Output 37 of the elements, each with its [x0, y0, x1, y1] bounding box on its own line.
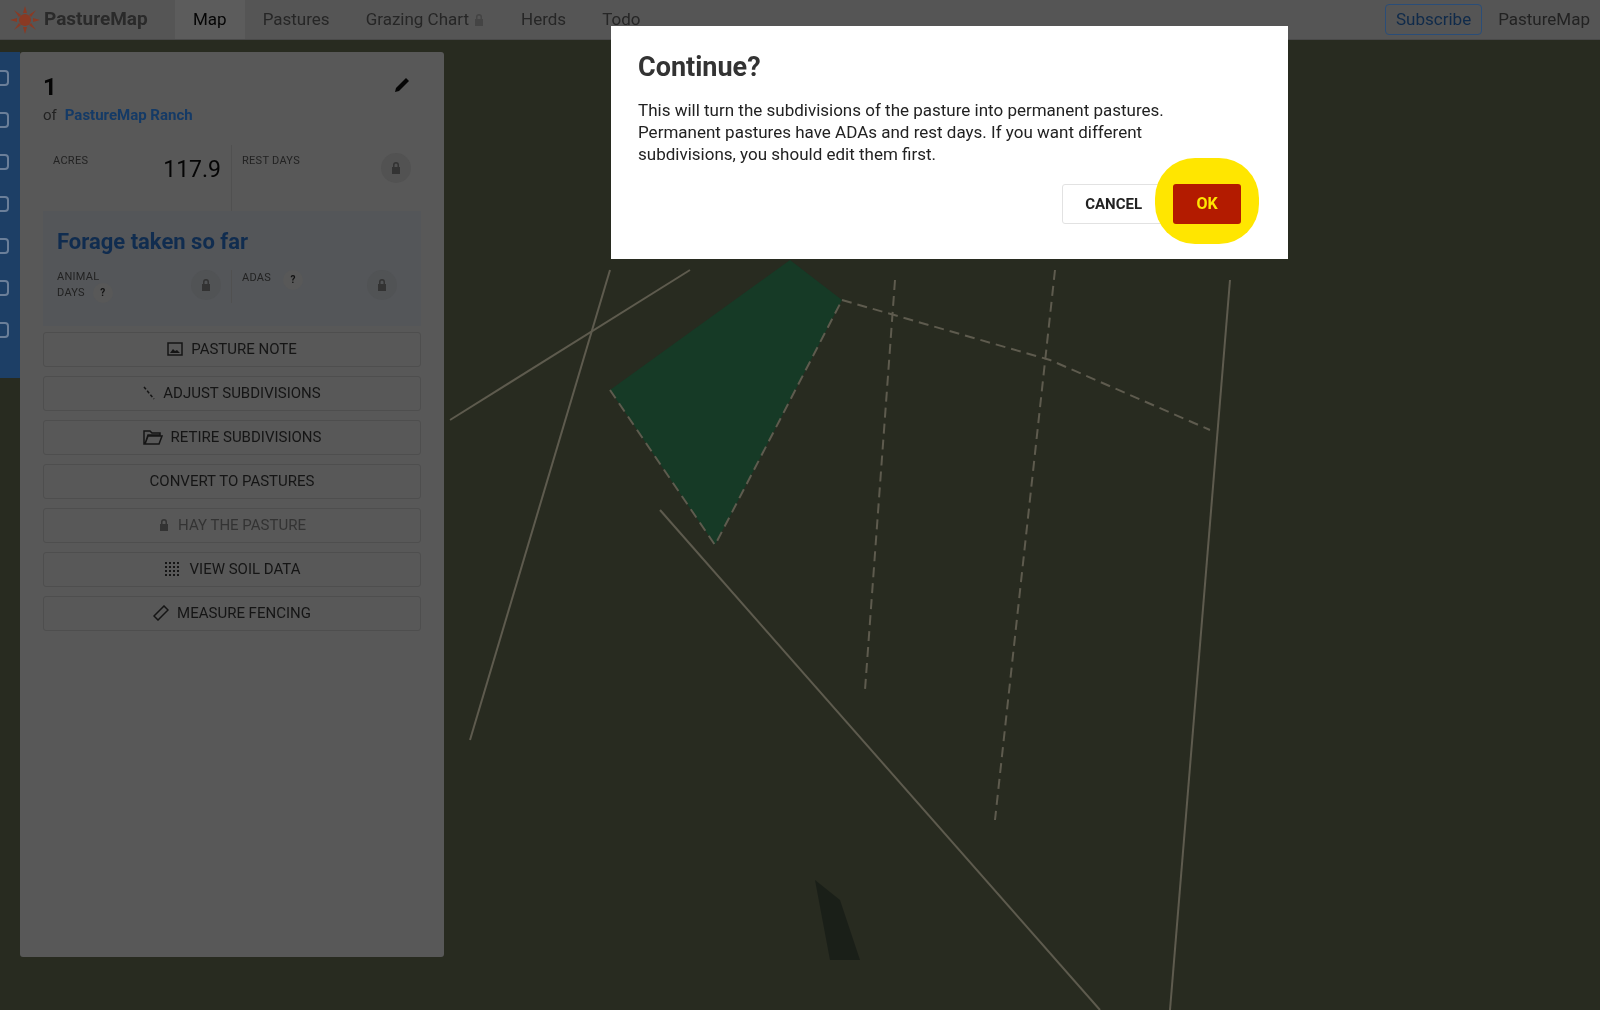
- sun-logo-icon: [10, 5, 40, 34]
- toolbar-icon: [0, 112, 10, 128]
- ruler-icon: [153, 605, 170, 621]
- action-button[interactable]: PASTURE NOTE: [43, 331, 421, 367]
- toolbar-icon: [0, 280, 10, 296]
- lock-icon: [191, 269, 221, 300]
- action-button[interactable]: RETIRE SUBDIVISIONS: [43, 419, 421, 455]
- toolbar-icon: [0, 70, 10, 86]
- lock-icon: [381, 152, 411, 183]
- toolbar-icon: [0, 322, 10, 338]
- subscribe-button[interactable]: Subscribe: [1385, 3, 1483, 36]
- ranch-link[interactable]: PastureMap Ranch: [64, 104, 193, 127]
- toolbar-icon: [0, 196, 10, 212]
- action-button[interactable]: MEASURE FENCING: [43, 595, 421, 631]
- dialog-title: Continue?: [638, 50, 761, 84]
- forage-title: Forage taken so far: [57, 227, 249, 256]
- lock-icon: [367, 269, 397, 300]
- acres-value: 117.9: [163, 154, 221, 185]
- pasture-name: 1: [43, 72, 57, 102]
- toolbar-icon: [0, 154, 10, 170]
- dialog-message: This will turn the subdivisions of the pasture into permanent pastures. Permanent pastures have ADAs and rest days. If you want different subdivisions, you should edit them first.: [638, 99, 1165, 165]
- folder-icon: [142, 429, 163, 445]
- dashed-line-icon: [143, 386, 156, 400]
- action-button[interactable]: ADJUST SUBDIVISIONS: [43, 375, 421, 411]
- help-icon[interactable]: ?: [283, 269, 304, 290]
- action-button[interactable]: VIEW SOIL DATA: [43, 551, 421, 587]
- ok-button[interactable]: OK: [1173, 184, 1241, 224]
- action-button[interactable]: CONVERT TO PASTURES: [43, 463, 421, 499]
- adas-label: ADAS: [242, 269, 272, 286]
- animal-days-label: ANIMAL: [57, 269, 101, 283]
- dot-grid-icon: [163, 561, 182, 577]
- pencil-icon: [393, 76, 411, 94]
- picture-icon: [167, 342, 184, 356]
- nav-tab[interactable]: Map: [175, 0, 245, 39]
- toolbar-icon: [0, 238, 10, 254]
- lock-icon: [158, 518, 171, 532]
- help-icon[interactable]: ?: [92, 282, 113, 303]
